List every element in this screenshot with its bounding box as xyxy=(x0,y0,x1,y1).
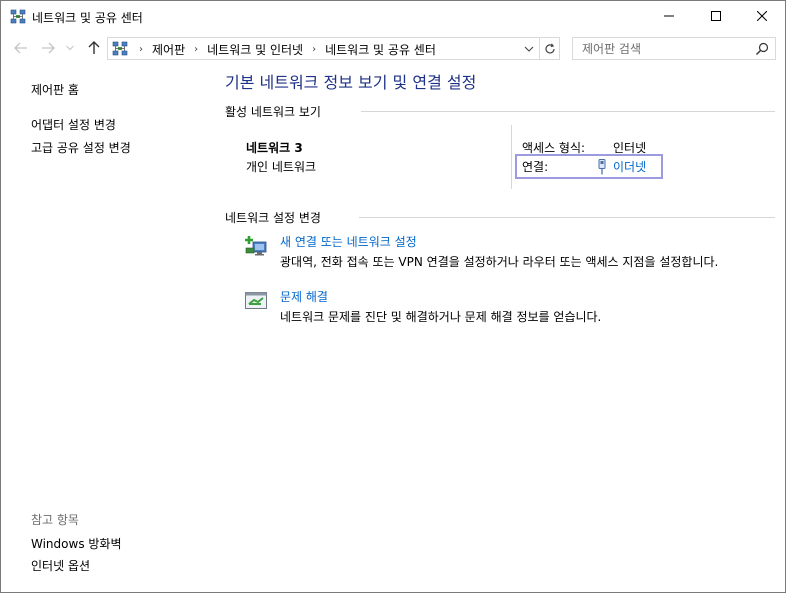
address-history-button[interactable] xyxy=(522,42,536,56)
breadcrumb-network-internet[interactable]: 네트워크 및 인터넷 xyxy=(203,41,307,58)
recent-locations-button[interactable] xyxy=(64,39,76,57)
close-button[interactable] xyxy=(739,1,785,31)
arrow-up-icon xyxy=(88,41,100,54)
arrow-left-icon xyxy=(14,42,27,54)
search-input[interactable] xyxy=(573,38,753,59)
ethernet-label[interactable]: 이더넷 xyxy=(613,158,646,175)
minimize-icon xyxy=(664,15,674,17)
troubleshoot-link[interactable]: 문제 해결 xyxy=(280,288,328,305)
chevron-down-icon xyxy=(524,46,534,52)
title-bar[interactable]: 네트워크 및 공유 센터 xyxy=(1,1,785,31)
breadcrumb-control-panel[interactable]: 제어판 xyxy=(148,41,189,58)
minimize-button[interactable] xyxy=(646,1,692,31)
troubleshoot-desc: 네트워크 문제를 진단 및 해결하거나 문제 해결 정보를 얻습니다. xyxy=(280,310,602,324)
maximize-icon xyxy=(711,11,721,21)
refresh-button[interactable] xyxy=(540,37,560,60)
arrow-right-icon xyxy=(42,42,55,54)
chevron-right-icon[interactable]: › xyxy=(134,44,148,55)
navigation-bar: › 제어판 › 네트워크 및 인터넷 › 네트워크 및 공유 센터 xyxy=(1,33,785,63)
chevron-right-icon[interactable]: › xyxy=(307,44,321,55)
network-location-icon xyxy=(112,41,128,57)
network-sharing-center-window: 네트워크 및 공유 센터 › 제어판 › 네트워크 및 인터넷 › 네트워크 및… xyxy=(0,0,786,593)
advanced-sharing-settings-link[interactable]: 고급 공유 설정 변경 xyxy=(31,139,131,156)
change-adapter-settings-link[interactable]: 어댑터 설정 변경 xyxy=(31,116,116,133)
setup-new-connection-link[interactable]: 새 연결 또는 네트워크 설정 xyxy=(280,233,417,250)
setup-new-connection-desc: 광대역, 전화 접속 또는 VPN 연결을 설정하거나 라우터 또는 액세스 지… xyxy=(280,255,719,269)
left-pane: 제어판 홈 어댑터 설정 변경 고급 공유 설정 변경 참고 항목 Window… xyxy=(1,63,216,593)
page-title: 기본 네트워크 정보 보기 및 연결 설정 xyxy=(225,73,477,92)
chevron-down-icon xyxy=(66,45,74,51)
active-networks-header: 활성 네트워크 보기 xyxy=(225,105,321,119)
internet-options-link[interactable]: 인터넷 옵션 xyxy=(31,557,90,574)
new-connection-icon[interactable] xyxy=(244,234,268,258)
control-panel-home-link[interactable]: 제어판 홈 xyxy=(31,81,79,98)
breadcrumb: › 제어판 › 네트워크 및 인터넷 › 네트워크 및 공유 센터 xyxy=(134,41,440,58)
search-icon[interactable] xyxy=(754,41,770,57)
network-divider xyxy=(511,125,512,189)
maximize-button[interactable] xyxy=(693,1,739,31)
network-name: 네트워크 3 xyxy=(246,141,303,155)
network-app-icon xyxy=(10,9,26,25)
window-title: 네트워크 및 공유 센터 xyxy=(32,11,143,25)
troubleshoot-icon[interactable] xyxy=(244,289,268,313)
see-also-header: 참고 항목 xyxy=(31,513,79,527)
ethernet-icon xyxy=(598,158,606,174)
forward-button[interactable] xyxy=(39,39,57,57)
network-type-link: 개인 네트워크 xyxy=(246,160,317,174)
change-settings-header: 네트워크 설정 변경 xyxy=(225,211,321,225)
section-divider xyxy=(359,217,775,218)
connection-label: 연결: xyxy=(522,160,549,174)
windows-firewall-link[interactable]: Windows 방화벽 xyxy=(31,535,122,552)
address-bar[interactable]: › 제어판 › 네트워크 및 인터넷 › 네트워크 및 공유 센터 xyxy=(107,37,540,60)
ethernet-connection-link[interactable]: 이더넷 xyxy=(596,158,646,175)
refresh-icon xyxy=(544,42,555,53)
search-box[interactable] xyxy=(572,37,776,60)
section-divider xyxy=(361,111,775,112)
close-icon xyxy=(757,11,767,21)
up-button[interactable] xyxy=(85,39,103,57)
back-button[interactable] xyxy=(12,39,30,57)
breadcrumb-network-sharing-center[interactable]: 네트워크 및 공유 센터 xyxy=(321,41,440,58)
chevron-right-icon[interactable]: › xyxy=(189,44,203,55)
